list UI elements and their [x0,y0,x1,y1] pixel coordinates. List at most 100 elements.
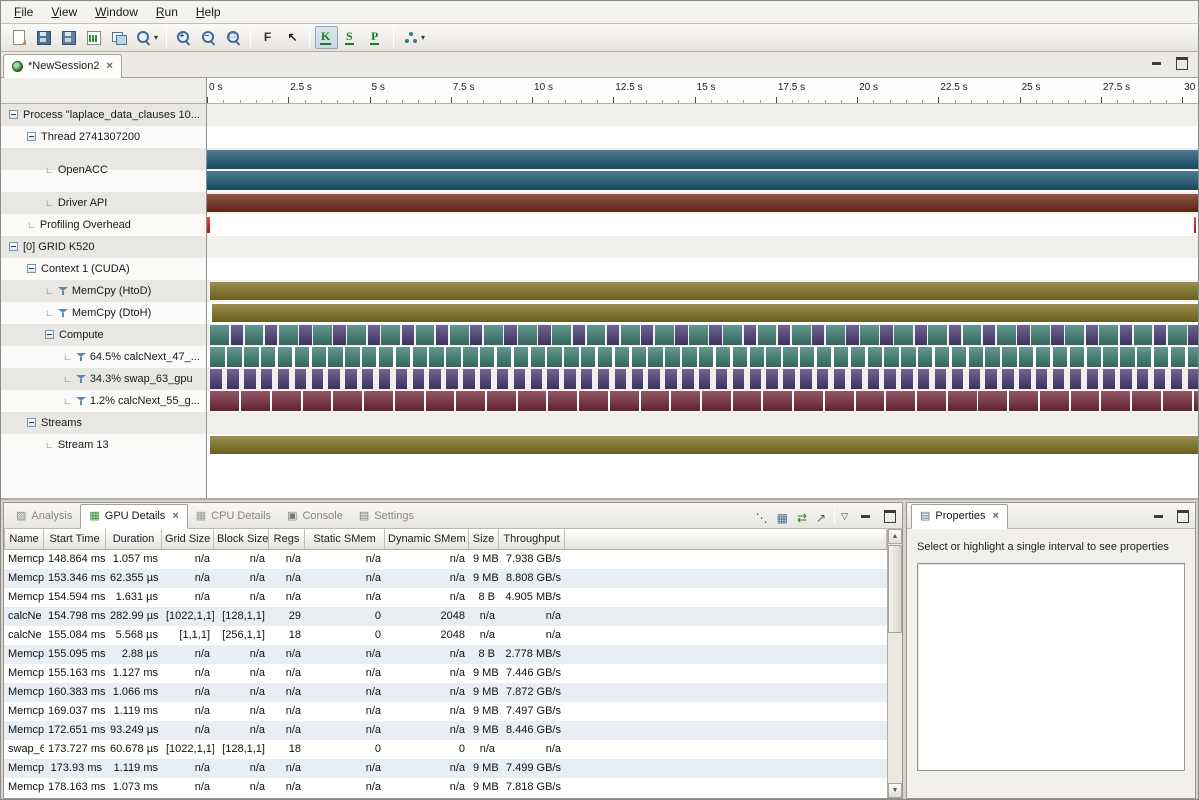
interval-bar[interactable] [812,325,824,345]
column-header-static-smem[interactable]: Static SMem [305,529,385,550]
interval-bar[interactable] [244,369,255,389]
interval-bar[interactable] [227,347,241,367]
interval-bar[interactable] [834,369,845,389]
interval-bar[interactable] [347,325,366,345]
timeline-track-context-1-cuda[interactable] [207,258,1198,280]
table-cell[interactable]: n/a [385,778,469,797]
table-cell[interactable]: 7.938 GB/s [499,550,565,569]
interval-bar[interactable] [598,347,612,367]
interval-bar[interactable] [587,325,606,345]
timeline-track-memcpy-htod[interactable] [207,280,1198,302]
interval-bar[interactable] [1019,369,1030,389]
interval-bar[interactable] [368,325,380,345]
table-cell[interactable]: n/a [305,664,385,683]
table-cell[interactable]: n/a [385,683,469,702]
table-cell[interactable]: Memcp [4,778,44,797]
interval-bar[interactable] [825,391,854,411]
interval-bar[interactable] [299,325,311,345]
table-cell[interactable]: 1.119 ms [106,759,162,778]
interval-bar[interactable] [345,369,356,389]
menu-help[interactable]: Help [187,3,230,21]
column-header-duration[interactable]: Duration [106,529,162,550]
interval-bar[interactable] [381,325,400,345]
interval-bar[interactable] [648,347,662,367]
interval-bar[interactable] [210,391,239,411]
interval-bar[interactable] [1051,325,1063,345]
table-cell[interactable]: 60.678 µs [106,740,162,759]
interval-bar[interactable] [641,325,653,345]
interval-bar[interactable] [531,347,545,367]
table-cell[interactable]: 0 [305,740,385,759]
table-cell[interactable]: n/a [385,550,469,569]
interval-bar[interactable] [413,369,424,389]
table-cell[interactable]: 9 MB [469,721,499,740]
zoom-out-button[interactable]: − [197,26,220,49]
zoom-fit-button[interactable]: □ [222,26,245,49]
interval-bar[interactable] [1134,325,1153,345]
table-cell[interactable]: n/a [305,721,385,740]
interval-bar[interactable] [1154,347,1168,367]
table-cell[interactable]: 173.93 ms [44,759,106,778]
interval-bar[interactable] [497,369,508,389]
column-header-size[interactable]: Size [469,529,499,550]
timeline-row-label-stream-13[interactable]: Stream 13 [1,434,207,456]
interval-bar[interactable] [952,347,966,367]
timeline-row-label-memcpy-htod[interactable]: MemCpy (HtoD) [1,280,207,302]
timeline-row-label-driver-api[interactable]: Driver API [1,192,207,214]
interval-bar[interactable] [345,347,359,367]
menu-window[interactable]: Window [86,3,147,21]
interval-bar[interactable] [918,369,929,389]
interval-bar[interactable] [328,347,342,367]
interval-bar[interactable] [1171,369,1182,389]
table-cell[interactable]: n/a [162,778,214,797]
scroll-down-icon[interactable]: ▼ [888,783,902,798]
interval-bar[interactable] [480,369,491,389]
interval-bar[interactable] [518,325,537,345]
timeline-row-label-64-5-calcnext-47[interactable]: 64.5% calcNext_47_... [1,346,207,368]
interval-bar[interactable] [655,325,674,345]
interval-bar[interactable] [1188,347,1198,367]
table-cell[interactable]: 148.864 ms [44,550,106,569]
interval-bar[interactable] [884,347,898,367]
table-cell[interactable]: n/a [214,759,269,778]
interval-bar[interactable] [446,347,460,367]
table-cell[interactable]: n/a [385,702,469,721]
interval-bar[interactable] [1036,347,1050,367]
interval-bar[interactable] [207,150,1198,169]
table-cell[interactable]: n/a [214,683,269,702]
table-cell[interactable]: n/a [162,759,214,778]
table-row[interactable]: Memcp155.163 ms1.127 msn/an/an/an/an/a9 … [4,664,887,683]
interval-bar[interactable] [610,391,639,411]
table-row[interactable]: swap_6173.727 ms60.678 µs[1022,1,1][128,… [4,740,887,759]
interval-bar[interactable] [985,369,996,389]
table-row[interactable]: Memcp172.651 ms93.249 µsn/an/an/an/an/a9… [4,721,887,740]
interval-bar[interactable] [702,391,731,411]
session-tab[interactable]: *NewSession2 × [3,54,122,78]
table-cell[interactable]: calcNe [4,626,44,645]
interval-bar[interactable] [1137,347,1151,367]
interval-tick[interactable] [207,217,210,233]
table-cell[interactable]: n/a [499,626,565,645]
interval-bar[interactable] [210,347,224,367]
table-cell[interactable]: n/a [214,645,269,664]
table-cell[interactable]: n/a [214,588,269,607]
table-cell[interactable]: 5.568 µs [106,626,162,645]
profile-application-button[interactable] [82,26,105,49]
new-session-button[interactable] [7,26,30,49]
table-cell[interactable]: n/a [385,588,469,607]
zoom-in-button[interactable]: + [172,26,195,49]
interval-bar[interactable] [607,325,619,345]
table-cell[interactable]: 1.127 ms [106,664,162,683]
table-cell[interactable]: 8 B [469,588,499,607]
interval-bar[interactable] [436,325,448,345]
interval-bar[interactable] [723,325,742,345]
table-cell[interactable]: n/a [305,702,385,721]
table-cell[interactable]: 8.446 GB/s [499,721,565,740]
interval-bar[interactable] [333,325,345,345]
interval-bar[interactable] [1154,369,1165,389]
filter-icon[interactable] [76,352,86,362]
interval-bar[interactable] [379,369,390,389]
timeline-row-label-compute[interactable]: Compute [1,324,207,346]
expander-icon[interactable] [27,264,36,273]
close-icon[interactable]: × [172,510,178,522]
